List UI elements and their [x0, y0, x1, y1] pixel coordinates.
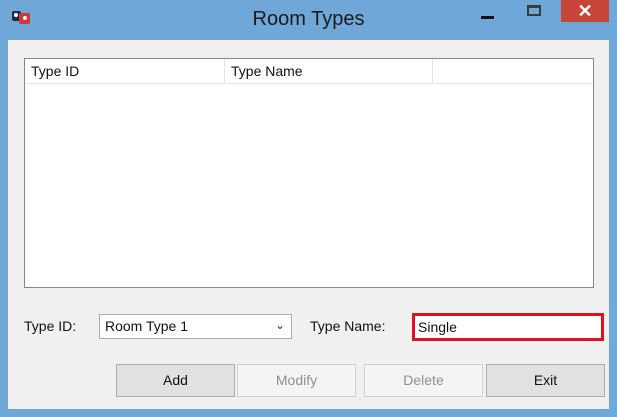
add-button[interactable]: Add: [116, 364, 235, 397]
close-button[interactable]: ✕: [561, 0, 609, 22]
maximize-icon: [527, 5, 541, 16]
column-header-type-name[interactable]: Type Name: [225, 59, 433, 83]
room-types-list[interactable]: Type ID Type Name: [24, 58, 594, 288]
type-name-label: Type Name:: [310, 318, 386, 334]
modify-button[interactable]: Modify: [237, 364, 356, 397]
title-bar[interactable]: Room Types ✕: [0, 0, 617, 40]
list-header: Type ID Type Name: [25, 59, 593, 84]
minimize-icon: [481, 16, 494, 19]
type-id-dropdown[interactable]: Room Type 1 ⌄: [99, 314, 292, 339]
minimize-button[interactable]: [468, 0, 508, 28]
type-id-selected-value: Room Type 1: [105, 318, 189, 334]
client-area: Type ID Type Name Type ID: Room Type 1 ⌄…: [8, 40, 609, 409]
chevron-down-icon[interactable]: ⌄: [275, 318, 285, 332]
type-id-label: Type ID:: [24, 318, 77, 334]
column-header-empty[interactable]: [433, 59, 593, 83]
type-name-field[interactable]: [412, 313, 604, 341]
room-types-window: Room Types ✕ Type ID Type Name Type ID: …: [0, 0, 617, 417]
delete-button[interactable]: Delete: [364, 364, 483, 397]
column-header-type-id[interactable]: Type ID: [25, 59, 225, 83]
maximize-button[interactable]: [516, 0, 556, 28]
type-name-input[interactable]: [416, 317, 600, 337]
exit-button[interactable]: Exit: [486, 364, 605, 397]
close-icon: ✕: [577, 1, 593, 21]
